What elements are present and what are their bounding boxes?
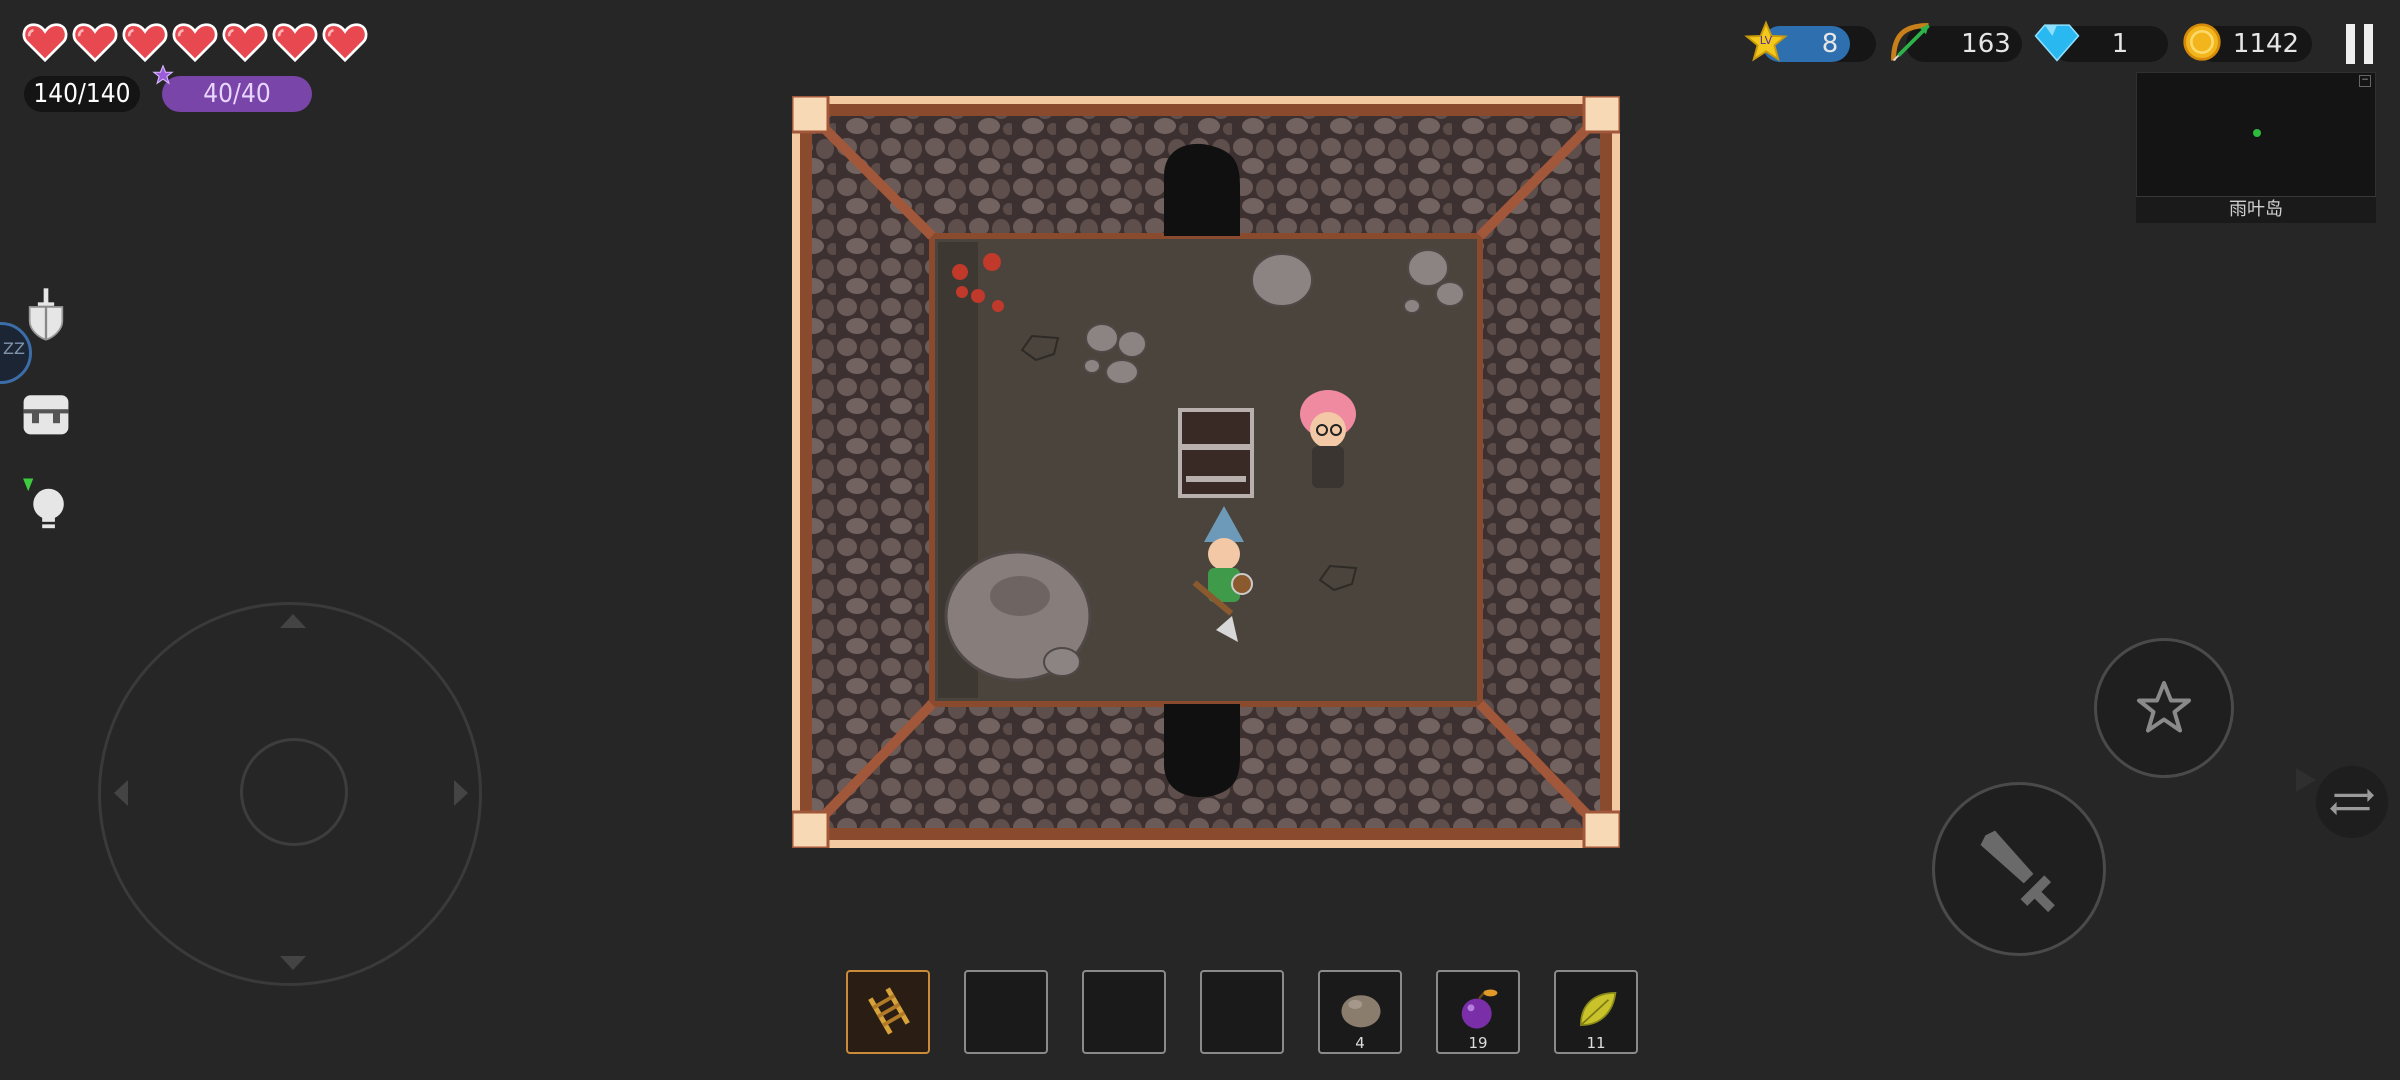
joystick-arrow-left-icon [114, 780, 128, 806]
slot-count: 11 [1586, 1034, 1606, 1052]
heart-icon [222, 23, 268, 63]
level-value: 8 [1821, 29, 1839, 59]
swap-weapon-button[interactable] [2316, 766, 2388, 838]
heart-icon [172, 23, 218, 63]
heart-icon [272, 23, 318, 63]
skill-button[interactable] [2094, 638, 2234, 778]
hp-counter: 140/140 [24, 76, 140, 112]
minimap-player-dot [2253, 129, 2261, 137]
equipment-sword-shield-icon[interactable] [18, 286, 74, 342]
dungeon-room [792, 96, 1620, 848]
bow-icon [1891, 23, 1930, 62]
diamond-icon [2034, 24, 2080, 62]
minimap-collapse-icon[interactable]: − [2359, 75, 2371, 87]
attack-button[interactable] [1932, 782, 2106, 956]
slot-count: 4 [1355, 1034, 1365, 1052]
inventory-slot-6[interactable]: 19 [1436, 970, 1520, 1054]
coin-count: 1142 [2232, 29, 2300, 59]
joystick-arrow-right-icon [454, 780, 468, 806]
inventory-slot-4[interactable] [1200, 970, 1284, 1054]
stone-item-icon [1341, 995, 1381, 1028]
star-outline-icon [2137, 681, 2191, 733]
treasure-chest [1178, 408, 1254, 498]
backpack-icon[interactable] [18, 384, 74, 440]
slot-count: 19 [1468, 1034, 1488, 1052]
pause-icon [2346, 24, 2355, 64]
heart-icon [22, 23, 68, 63]
joystick-arrow-up-icon [280, 614, 306, 628]
swap-tab-marker [2296, 768, 2316, 792]
gem-count: 1 [2111, 29, 2129, 59]
inventory-slot-1[interactable] [846, 970, 930, 1054]
inventory-slot-7[interactable]: 11 [1554, 970, 1638, 1054]
heart-icon [122, 23, 168, 63]
heart-icon [72, 23, 118, 63]
swap-arrows-icon [2330, 788, 2374, 816]
inventory-slot-2[interactable] [964, 970, 1048, 1054]
hint-lightbulb-icon[interactable] [18, 476, 74, 532]
heart-icon [322, 23, 368, 63]
location-name: 雨叶岛 [2136, 196, 2376, 223]
pause-button[interactable] [2346, 24, 2374, 64]
ladder-item-icon [868, 987, 910, 1035]
inventory-slot-3[interactable] [1082, 970, 1166, 1054]
level-badge-text: LV [1759, 34, 1773, 47]
joystick-arrow-down-icon [280, 956, 306, 970]
mp-counter: 40/40 [162, 76, 312, 112]
arrow-count: 163 [1961, 29, 2011, 59]
plum-item-icon [1461, 989, 1498, 1029]
coin-icon [2183, 23, 2221, 61]
inventory-slot-5[interactable]: 4 [1318, 970, 1402, 1054]
joystick-knob[interactable] [240, 738, 348, 846]
sword-icon [1980, 830, 2055, 913]
mana-star-icon [152, 64, 174, 85]
health-hearts [22, 18, 368, 64]
leaf-item-icon [1580, 992, 1617, 1026]
